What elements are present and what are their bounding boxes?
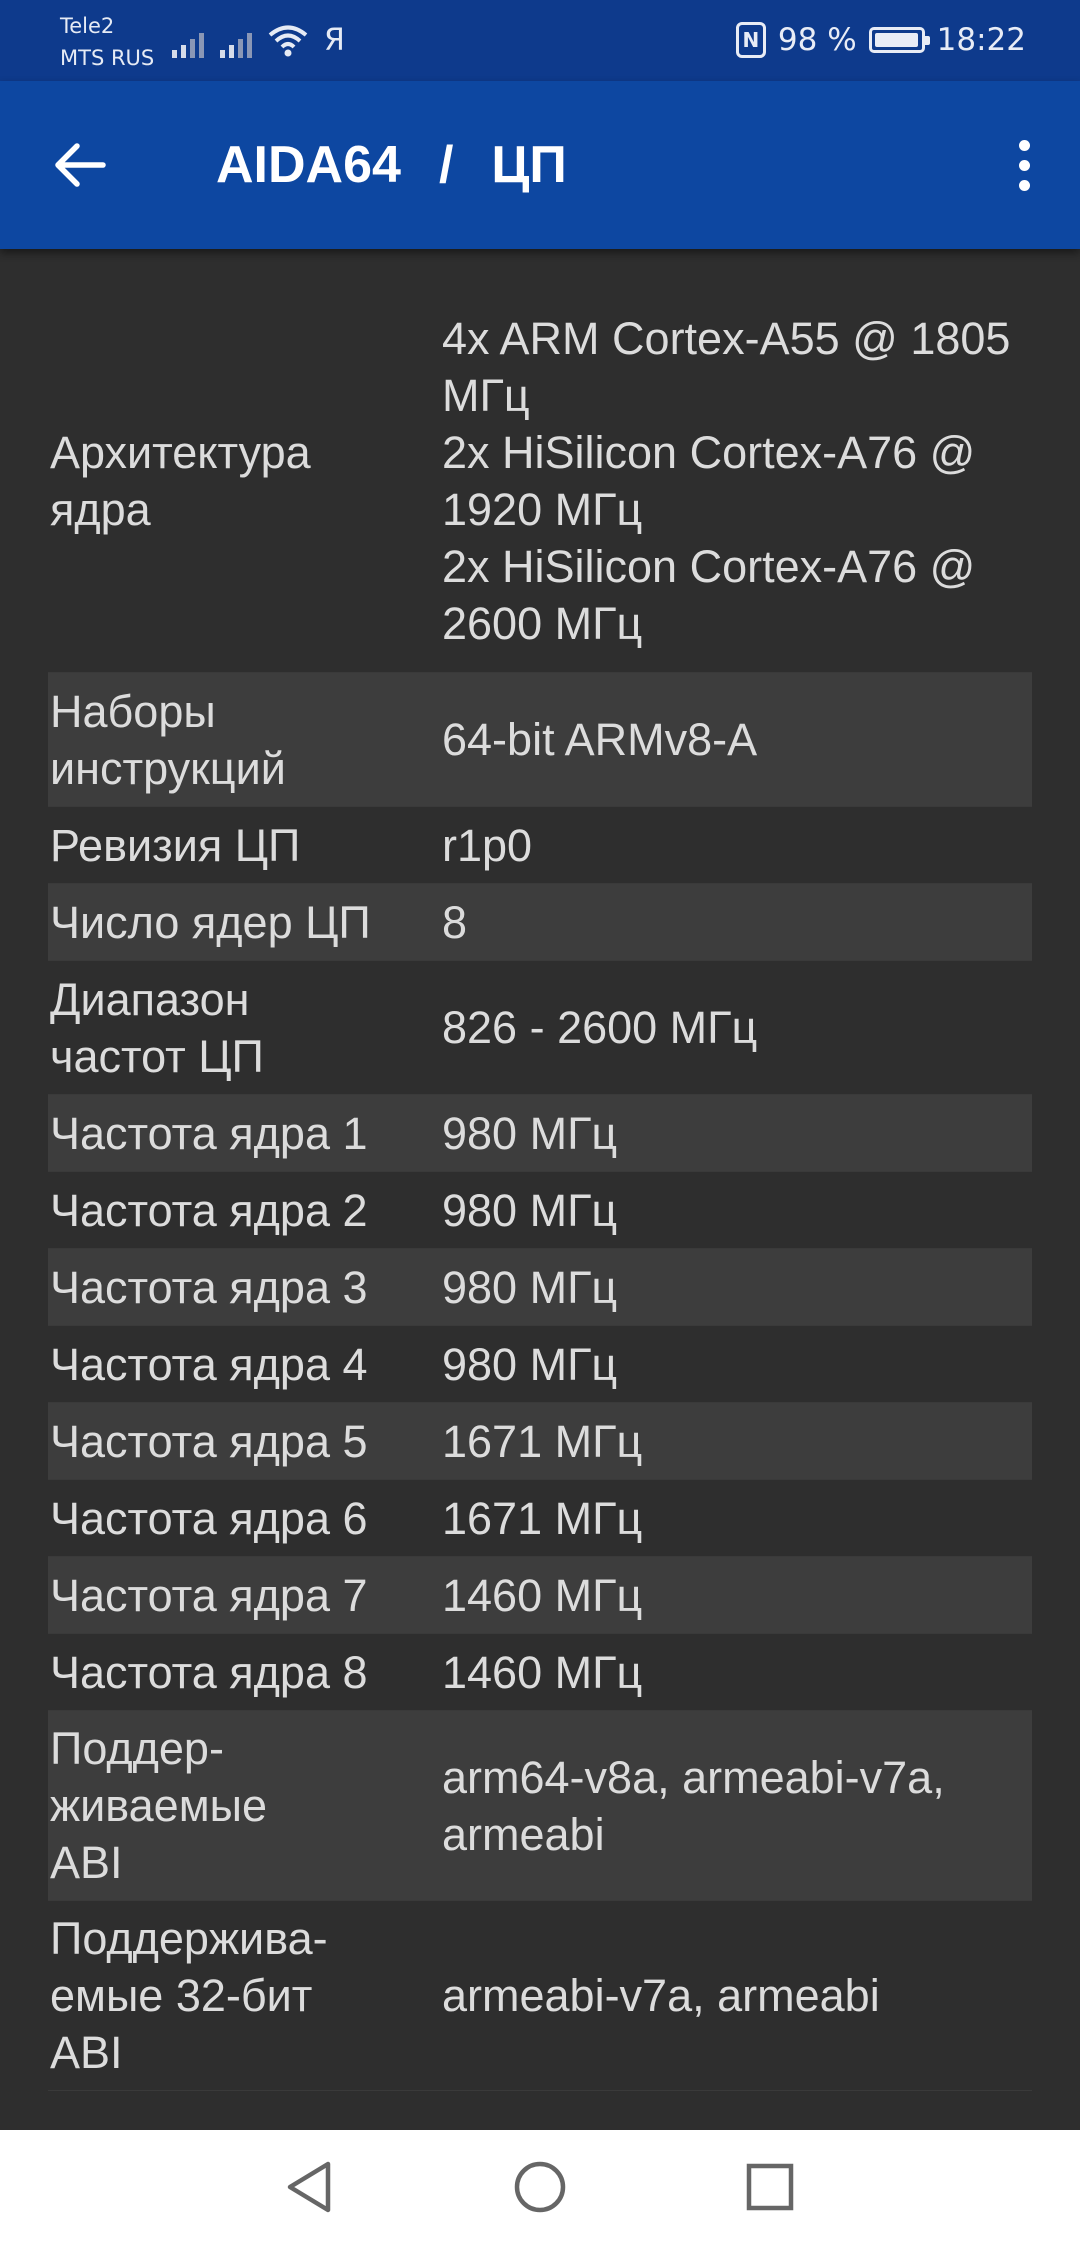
nav-back-button[interactable] xyxy=(274,2152,344,2222)
app-name: AIDA64 xyxy=(216,136,401,194)
circle-home-icon xyxy=(514,2161,566,2213)
row-value: arm64-v8a, armeabi-v7a, armeabi xyxy=(442,1751,945,1860)
title-separator: / xyxy=(438,136,454,194)
row-label: Поддержива- емые 32-бит ABI xyxy=(50,1913,328,2078)
row-value: 64-bit ARMv8-A xyxy=(442,714,758,765)
cpu-info-list: Архитектура ядра 4x ARM Cortex-A55 @ 1805… xyxy=(48,290,1032,2091)
page-title: AIDA64 / ЦП xyxy=(216,133,567,197)
row-label: Наборы инструкций xyxy=(50,685,286,794)
signal-icons: Я xyxy=(172,22,345,58)
table-row: Ревизия ЦП r1p0 xyxy=(48,807,1032,884)
nfc-icon: N xyxy=(735,22,766,58)
section-name: ЦП xyxy=(491,136,567,194)
row-label: Число ядер ЦП xyxy=(50,896,371,948)
nav-recents-button[interactable] xyxy=(735,2152,805,2222)
triangle-back-icon xyxy=(287,2161,331,2213)
wifi-icon xyxy=(268,25,308,57)
row-value: 826 - 2600 МГц xyxy=(442,1002,758,1053)
row-value: 1671 МГц xyxy=(442,1492,643,1544)
row-label: Ревизия ЦП xyxy=(50,819,301,871)
row-value: r1p0 xyxy=(442,819,533,871)
table-row: Частота ядра 2 980 МГц xyxy=(48,1172,1032,1249)
row-value: 1460 МГц xyxy=(442,1646,643,1698)
row-label: Частота ядра 4 xyxy=(50,1338,368,1390)
carrier-names: Tele2 MTS RUS xyxy=(60,10,154,74)
table-row: Архитектура ядра 4x ARM Cortex-A55 @ 1805… xyxy=(48,290,1032,673)
table-row: Число ядер ЦП 8 xyxy=(48,884,1032,961)
status-bar: Tele2 MTS RUS Я N 98 % 18:22 xyxy=(0,0,1080,81)
yandex-icon: Я xyxy=(324,23,345,58)
row-label: Архитектура ядра xyxy=(50,427,311,535)
row-value: 980 МГц xyxy=(442,1107,618,1159)
row-value: 980 МГц xyxy=(442,1184,618,1236)
table-row: Частота ядра 3 980 МГц xyxy=(48,1249,1032,1326)
row-value: 1460 МГц xyxy=(442,1569,643,1621)
row-label: Диапазон частот ЦП xyxy=(50,973,264,1082)
more-vertical-icon xyxy=(1018,139,1030,151)
table-row: Частота ядра 7 1460 МГц xyxy=(48,1557,1032,1634)
table-row: Наборы инструкций 64-bit ARMv8-A xyxy=(48,673,1032,807)
battery-percent: 98 % xyxy=(777,22,857,58)
table-row: Частота ядра 4 980 МГц xyxy=(48,1326,1032,1403)
row-label: Частота ядра 8 xyxy=(50,1646,368,1698)
nav-home-button[interactable] xyxy=(505,2152,575,2222)
row-label: Частота ядра 6 xyxy=(50,1492,368,1544)
app-bar: AIDA64 / ЦП xyxy=(0,81,1080,249)
table-row: Частота ядра 1 980 МГц xyxy=(48,1095,1032,1172)
row-value: 980 МГц xyxy=(442,1338,618,1390)
navigation-bar xyxy=(0,2130,1080,2244)
row-value: 1671 МГц xyxy=(442,1415,643,1467)
carrier-1: Tele2 xyxy=(60,14,115,38)
overflow-menu-button[interactable] xyxy=(1000,127,1048,203)
carrier-2: MTS RUS xyxy=(60,46,155,70)
row-label: Частота ядра 1 xyxy=(50,1107,368,1159)
row-label: Частота ядра 5 xyxy=(50,1415,368,1467)
table-row: Частота ядра 6 1671 МГц xyxy=(48,1480,1032,1557)
square-recents-icon xyxy=(746,2163,794,2211)
row-label: Частота ядра 3 xyxy=(50,1261,368,1313)
row-label: Частота ядра 2 xyxy=(50,1184,368,1236)
row-label: Поддер- живаемые ABI xyxy=(50,1723,268,1888)
table-row: Частота ядра 8 1460 МГц xyxy=(48,1634,1032,1711)
arrow-left-icon xyxy=(55,143,106,187)
table-row: Поддер- живаемые ABI arm64-v8a, armeabi-v… xyxy=(48,1711,1032,1901)
battery-level xyxy=(874,33,918,47)
table-row: Поддержива- емые 32-бит ABI armeabi-v7a, … xyxy=(48,1901,1032,2091)
battery-icon xyxy=(868,27,930,53)
signal-2-icon xyxy=(220,28,252,58)
table-row: Диапазон частот ЦП 826 - 2600 МГц xyxy=(48,961,1032,1095)
signal-1-icon xyxy=(172,28,204,58)
row-value: 4x ARM Cortex-A55 @ 1805 МГц 2x HiSilico… xyxy=(442,313,1011,649)
row-label: Частота ядра 7 xyxy=(50,1569,368,1621)
back-button[interactable] xyxy=(48,133,112,197)
row-value: armeabi-v7a, armeabi xyxy=(442,1970,880,2021)
row-value: 980 МГц xyxy=(442,1261,618,1313)
status-right: N 98 % 18:22 xyxy=(735,18,1026,62)
clock: 18:22 xyxy=(936,22,1026,58)
table-row: Частота ядра 5 1671 МГц xyxy=(48,1403,1032,1480)
row-value: 8 xyxy=(442,896,468,948)
